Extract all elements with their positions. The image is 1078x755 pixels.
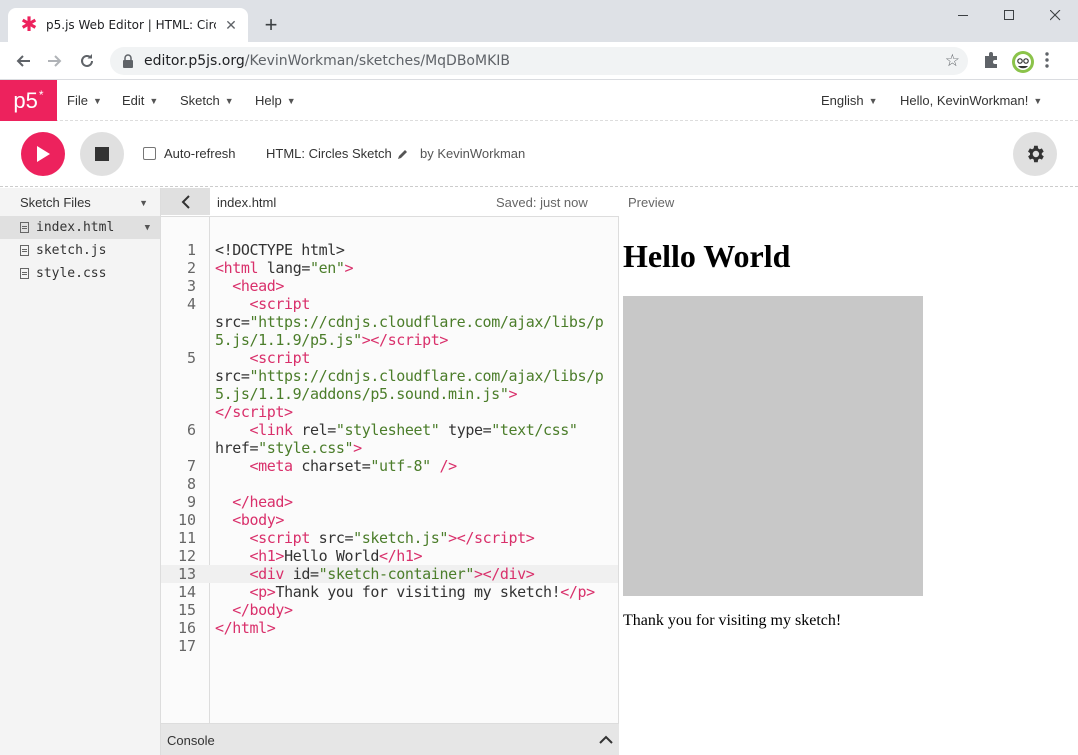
- browser-toolbar: editor.p5js.org/KevinWorkman/sketches/Mq…: [0, 42, 1078, 80]
- pencil-icon: [397, 149, 407, 159]
- code-line: 11 <script src="sketch.js"></script>: [177, 529, 535, 547]
- stop-icon: [95, 147, 109, 161]
- code-editor[interactable]: 1 <!DOCTYPE html> 2 <html lang="en"> 3 <he…: [161, 216, 619, 724]
- code-line: 8: [186, 475, 196, 493]
- chevron-down-icon: ▼: [1033, 95, 1043, 106]
- collapse-sidebar-button[interactable]: [161, 188, 210, 215]
- sketch-owner[interactable]: by KevinWorkman: [420, 146, 525, 161]
- file-item-index-html[interactable]: index.html ▼: [0, 216, 160, 239]
- auto-refresh-toggle[interactable]: Auto-refresh: [143, 146, 236, 161]
- code-line: 16 </html>: [177, 619, 276, 637]
- code-line: 4 <script src="https://cdnjs.cloudflare.…: [186, 295, 604, 349]
- auto-refresh-label: Auto-refresh: [164, 146, 236, 161]
- auto-refresh-checkbox[interactable]: [143, 147, 156, 160]
- code-line: 6 <link rel="stylesheet" type="text/css"…: [186, 421, 578, 457]
- preview-paragraph: Thank you for visiting my sketch!: [623, 612, 842, 629]
- chevron-down-icon: ▼: [868, 95, 878, 106]
- p5-favicon-icon: ✱: [20, 14, 38, 36]
- play-icon: [37, 146, 50, 162]
- file-icon: [20, 268, 29, 279]
- code-line: 9 </head>: [186, 493, 293, 511]
- menu-edit[interactable]: Edit ▼: [122, 93, 158, 108]
- preview-frame[interactable]: Hello World Thank you for visiting my sk…: [619, 216, 1078, 755]
- code-line: 5 <script src="https://cdnjs.cloudflare.…: [186, 349, 604, 421]
- play-button[interactable]: [21, 132, 65, 176]
- file-icon: [20, 222, 29, 233]
- profile-avatar[interactable]: [1012, 51, 1034, 73]
- code-line: 12 <h1>Hello World</h1>: [177, 547, 423, 565]
- window-close-icon[interactable]: [1032, 0, 1078, 30]
- file-icon: [20, 245, 29, 256]
- file-item-style-css[interactable]: style.css: [0, 262, 160, 285]
- url-text: editor.p5js.org/KevinWorkman/sketches/Mq…: [144, 53, 510, 69]
- code-line: 1 <!DOCTYPE html>: [186, 241, 345, 259]
- console-label: Console: [167, 733, 215, 748]
- sketch-canvas[interactable]: [623, 296, 923, 596]
- browser-tab-strip: ✱ p5.js Web Editor | HTML: Circles Sketc…: [0, 0, 1078, 42]
- code-line: 17: [177, 637, 196, 655]
- menu-sketch[interactable]: Sketch ▼: [180, 93, 234, 108]
- code-line-active: 13 <div id="sketch-container"></div>: [161, 565, 618, 583]
- menu-help[interactable]: Help ▼: [255, 93, 296, 108]
- address-bar[interactable]: editor.p5js.org/KevinWorkman/sketches/Mq…: [110, 47, 968, 75]
- chevron-up-icon[interactable]: [599, 732, 613, 750]
- console-bar[interactable]: Console: [161, 724, 619, 755]
- maximize-icon[interactable]: [986, 0, 1032, 30]
- minimize-icon[interactable]: [940, 0, 986, 30]
- save-status: Saved: just now: [496, 195, 588, 210]
- sketch-toolbar: Auto-refresh HTML: Circles Sketch by Kev…: [0, 121, 1078, 187]
- file-item-sketch-js[interactable]: sketch.js: [0, 239, 160, 262]
- lock-icon: [122, 54, 134, 68]
- preview-header: Preview: [619, 188, 1078, 216]
- code-line: 14 <p>Thank you for visiting my sketch!<…: [177, 583, 595, 601]
- stop-button[interactable]: [80, 132, 124, 176]
- tab-title: p5.js Web Editor | HTML: Circles Sketch: [46, 18, 216, 32]
- chevron-down-icon[interactable]: ▼: [145, 223, 150, 233]
- user-menu[interactable]: Hello, KevinWorkman! ▼: [900, 93, 1042, 108]
- extensions-puzzle-icon[interactable]: [982, 51, 1002, 71]
- code-line: 10 <body>: [177, 511, 285, 529]
- code-line: 7 <meta charset="utf-8" />: [186, 457, 457, 475]
- chevron-down-icon[interactable]: ▼: [139, 198, 148, 208]
- bookmark-star-icon[interactable]: ☆: [945, 51, 960, 71]
- menu-file[interactable]: File ▼: [67, 93, 102, 108]
- reload-icon[interactable]: [74, 48, 100, 74]
- preview-heading: Hello World: [623, 238, 791, 274]
- browser-menu-icon[interactable]: [1045, 51, 1053, 71]
- code-line: 3 <head>: [186, 277, 285, 295]
- code-line: 2 <html lang="en">: [186, 259, 354, 277]
- p5-logo[interactable]: p5 *: [0, 80, 57, 121]
- sidebar-header[interactable]: Sketch Files ▼: [0, 188, 160, 216]
- editor-nav: p5 * File ▼ Edit ▼ Sketch ▼ Help ▼ English ▼ H…: [0, 80, 1078, 121]
- editor-header: index.html Saved: just now: [161, 188, 619, 216]
- chevron-down-icon: ▼: [149, 95, 159, 106]
- gear-icon: [1028, 145, 1044, 163]
- settings-button[interactable]: [1013, 132, 1057, 176]
- file-sidebar: Sketch Files ▼ index.html ▼ sketch.js st…: [0, 188, 161, 755]
- preview-label: Preview: [628, 195, 675, 210]
- chevron-down-icon: ▼: [224, 95, 234, 106]
- chevron-left-icon: [181, 194, 190, 209]
- new-tab-icon[interactable]: +: [258, 12, 284, 38]
- back-icon[interactable]: [10, 48, 36, 74]
- sketch-name[interactable]: HTML: Circles Sketch: [266, 146, 409, 161]
- code-line: 15 </body>: [177, 601, 293, 619]
- language-menu[interactable]: English ▼: [821, 93, 878, 108]
- tab-close-icon[interactable]: ✕: [222, 16, 240, 34]
- open-file-name: index.html: [217, 195, 277, 210]
- forward-icon[interactable]: [42, 48, 68, 74]
- browser-tab[interactable]: ✱ p5.js Web Editor | HTML: Circles Sketc…: [8, 8, 248, 42]
- code-lines[interactable]: 1 <!DOCTYPE html> 2 <html lang="en"> 3 <he…: [161, 241, 618, 655]
- chevron-down-icon: ▼: [92, 95, 102, 106]
- chevron-down-icon: ▼: [286, 95, 296, 106]
